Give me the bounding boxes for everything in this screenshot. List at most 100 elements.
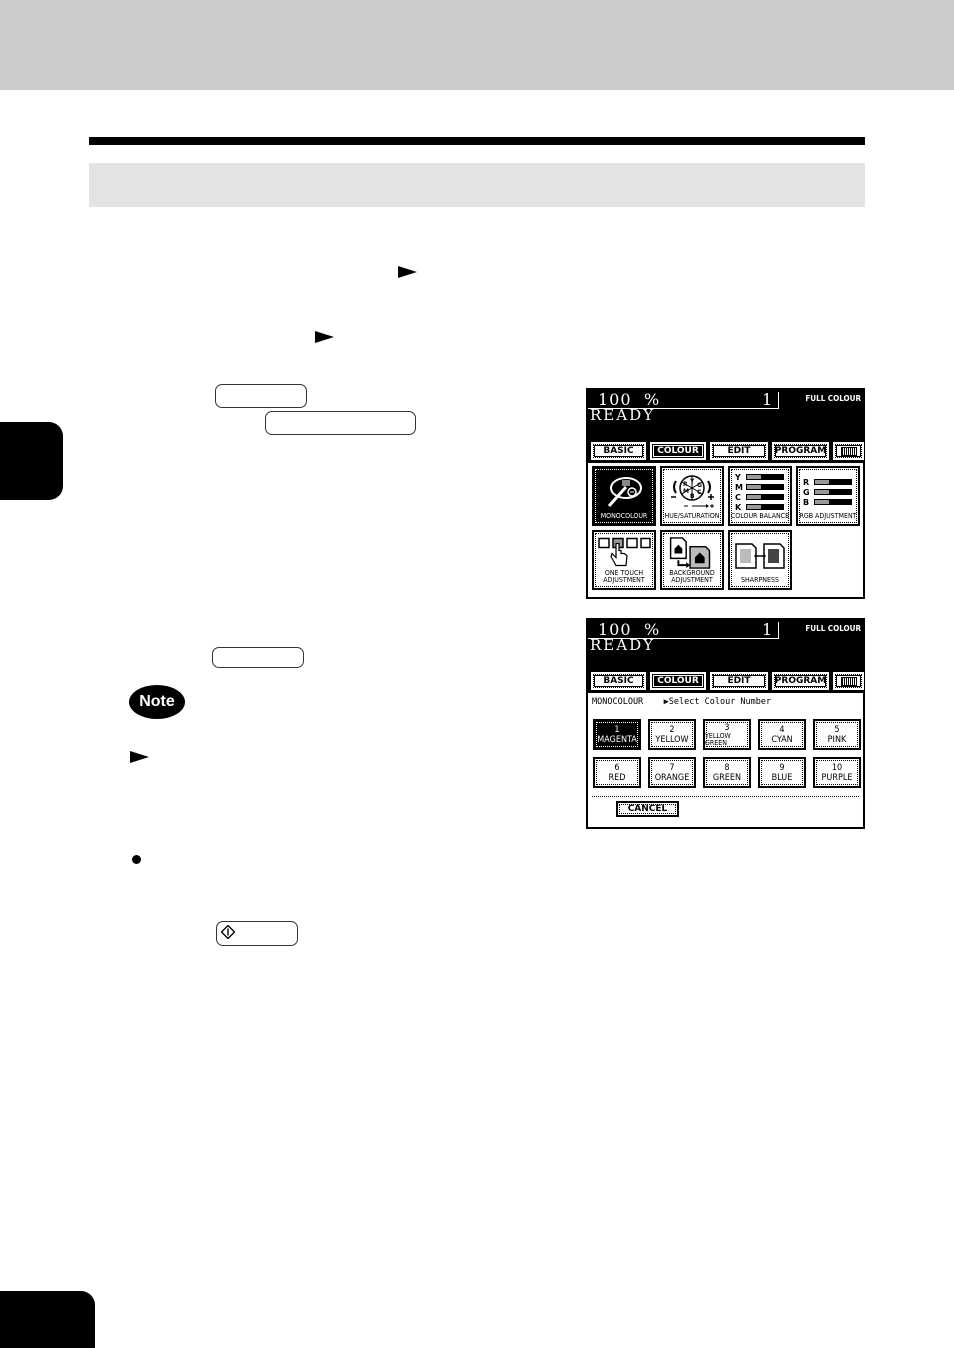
colour-button-green[interactable]: 8 GREEN bbox=[703, 757, 751, 788]
colour-button-purple[interactable]: 10 PURPLE bbox=[813, 757, 861, 788]
colour-key-box[interactable] bbox=[215, 384, 307, 408]
tab-keyboard[interactable] bbox=[833, 442, 864, 460]
reference-arrow-icon bbox=[130, 751, 149, 763]
colour-button-yellow-green[interactable]: 3 YELLOW GREEN bbox=[703, 719, 751, 750]
colour-name: ORANGE bbox=[654, 772, 690, 783]
palette-icon bbox=[607, 477, 642, 508]
sharpness-button[interactable]: SHARPNESS bbox=[728, 530, 792, 590]
balance-letter: C bbox=[735, 493, 741, 502]
background-adjustment-button[interactable]: BACKGROUND ADJUSTMENT bbox=[660, 530, 724, 590]
start-key-box[interactable] bbox=[216, 921, 298, 946]
colour-mode: FULL COLOUR bbox=[805, 394, 861, 403]
colour-button-cyan[interactable]: 4 CYAN bbox=[758, 719, 806, 750]
colour-button-pink[interactable]: 5 PINK bbox=[813, 719, 861, 750]
section-title-band bbox=[89, 163, 865, 207]
wheel-letter: C bbox=[697, 489, 702, 496]
tab-basic[interactable]: BASIC bbox=[591, 442, 646, 460]
lcd-status-area: 100 % 1 FULL COLOUR READY bbox=[588, 620, 863, 668]
keyboard-icon bbox=[840, 446, 857, 456]
rgb-letter: B bbox=[803, 498, 809, 507]
colour-button-red[interactable]: 6 RED bbox=[593, 757, 641, 788]
colour-number: 10 bbox=[831, 762, 843, 773]
balance-letter: K bbox=[735, 503, 742, 512]
tab-program[interactable]: PROGRAM bbox=[772, 442, 829, 460]
sharpness-label: SHARPNESS bbox=[741, 576, 779, 584]
colour-name: CYAN bbox=[771, 734, 793, 745]
colour-button-orange[interactable]: 7 ORANGE bbox=[648, 757, 696, 788]
colour-name: YELLOW bbox=[655, 734, 689, 745]
panel-tabs: BASIC COLOUR EDIT PROGRAM bbox=[588, 438, 864, 463]
machine-status: READY bbox=[590, 636, 656, 654]
wheel-letter: G bbox=[697, 482, 702, 489]
tab-edit[interactable]: EDIT bbox=[710, 672, 768, 690]
colour-balance-label: COLOUR BALANCE bbox=[730, 512, 790, 520]
touch-panel-monocolour-select: 100 % 1 FULL COLOUR READY BASIC COLOUR E… bbox=[586, 618, 865, 829]
colour-number: 3 bbox=[724, 722, 730, 733]
colour-button-yellow[interactable]: 2 YELLOW bbox=[648, 719, 696, 750]
panel-subtitle: MONOCOLOUR ▶Select Colour Number bbox=[588, 693, 863, 711]
colour-number: 4 bbox=[779, 724, 785, 735]
copy-count: 1 bbox=[762, 390, 773, 409]
monocolour-label: MONOCOLOUR bbox=[600, 512, 648, 520]
colour-mode: FULL COLOUR bbox=[805, 624, 861, 633]
tab-program[interactable]: PROGRAM bbox=[772, 672, 829, 690]
colour-name: RED bbox=[608, 772, 626, 783]
rgb-adjustment-label: RGB ADJUSTMENT bbox=[799, 512, 857, 520]
machine-status: READY bbox=[590, 406, 656, 424]
colour-number: 8 bbox=[724, 762, 730, 773]
tab-colour[interactable]: COLOUR bbox=[650, 672, 706, 690]
section-label: MONOCOLOUR bbox=[592, 697, 644, 707]
wheel-letter: R bbox=[683, 481, 688, 488]
rgb-adjustment-button[interactable]: R G B RGB ADJUSTMENT bbox=[796, 466, 860, 526]
monocolour-key-box[interactable] bbox=[265, 411, 416, 435]
colour-wheel-icon: Y G C B M R bbox=[671, 475, 714, 508]
hue-saturation-label: HUE/SATURATION bbox=[664, 512, 720, 520]
touch-panel-colour-menu: 100 % 1 FULL COLOUR READY BASIC COLOUR E… bbox=[586, 388, 865, 599]
rgb-letter: G bbox=[803, 488, 810, 497]
chapter-tab bbox=[0, 422, 63, 500]
colour-number: 2 bbox=[669, 724, 675, 735]
divider bbox=[592, 796, 859, 797]
balance-letter: M bbox=[735, 483, 743, 492]
colour-number: 6 bbox=[614, 762, 620, 773]
colour-balance-button[interactable]: Y M C K COLOUR BALANCE bbox=[728, 466, 792, 526]
colour-number: 5 bbox=[834, 724, 840, 735]
tab-colour[interactable]: COLOUR bbox=[650, 442, 706, 460]
tab-basic[interactable]: BASIC bbox=[591, 672, 646, 690]
wheel-letter: M bbox=[683, 488, 689, 495]
page-header-band bbox=[0, 0, 954, 90]
monocolour-button[interactable]: MONOCOLOUR bbox=[592, 466, 656, 526]
panel-tabs: BASIC COLOUR EDIT PROGRAM bbox=[588, 668, 864, 693]
function-grid: MONOCOLOUR Y G C B M R HUE/SATURATION Y … bbox=[588, 463, 863, 593]
reference-arrow-icon bbox=[398, 266, 417, 278]
colour-name: MAGENTA bbox=[597, 734, 637, 745]
colour-name: BLUE bbox=[771, 772, 793, 783]
wheel-letter: Y bbox=[689, 478, 695, 485]
colour-button-magenta[interactable]: 1 MAGENTA bbox=[593, 719, 641, 750]
tab-keyboard[interactable] bbox=[833, 672, 864, 690]
reference-arrow-icon bbox=[315, 331, 334, 343]
sharpness-icon bbox=[735, 543, 785, 569]
keyboard-icon bbox=[840, 676, 857, 686]
wheel-letter: B bbox=[690, 493, 695, 500]
colour-name: PURPLE bbox=[821, 772, 853, 783]
colour-grid: 1 MAGENTA 2 YELLOW 3 YELLOW GREEN 4 CYAN 5 PI… bbox=[588, 711, 863, 788]
balance-letter: Y bbox=[734, 473, 741, 482]
start-icon bbox=[221, 925, 235, 939]
tab-edit[interactable]: EDIT bbox=[710, 442, 768, 460]
cancel-button[interactable]: CANCEL bbox=[616, 801, 679, 817]
bullet-icon bbox=[132, 855, 141, 864]
rgb-letter: R bbox=[803, 478, 809, 487]
colour-number: 9 bbox=[779, 762, 785, 773]
lcd-divider bbox=[778, 392, 779, 409]
ymck-bars-icon: Y M C K bbox=[734, 473, 784, 512]
colour-selection-key-box[interactable] bbox=[212, 647, 304, 668]
one-touch-adjustment-button[interactable]: ONE TOUCH ADJUSTMENT bbox=[592, 530, 656, 590]
note-badge: Note bbox=[129, 685, 185, 719]
page-number-tab bbox=[0, 1291, 95, 1348]
instruction-text: ▶Select Colour Number bbox=[663, 697, 772, 707]
colour-number: 1 bbox=[614, 724, 620, 735]
colour-button-blue[interactable]: 9 BLUE bbox=[758, 757, 806, 788]
finger-press-icon bbox=[598, 537, 651, 567]
hue-saturation-button[interactable]: Y G C B M R HUE/SATURATION bbox=[660, 466, 724, 526]
